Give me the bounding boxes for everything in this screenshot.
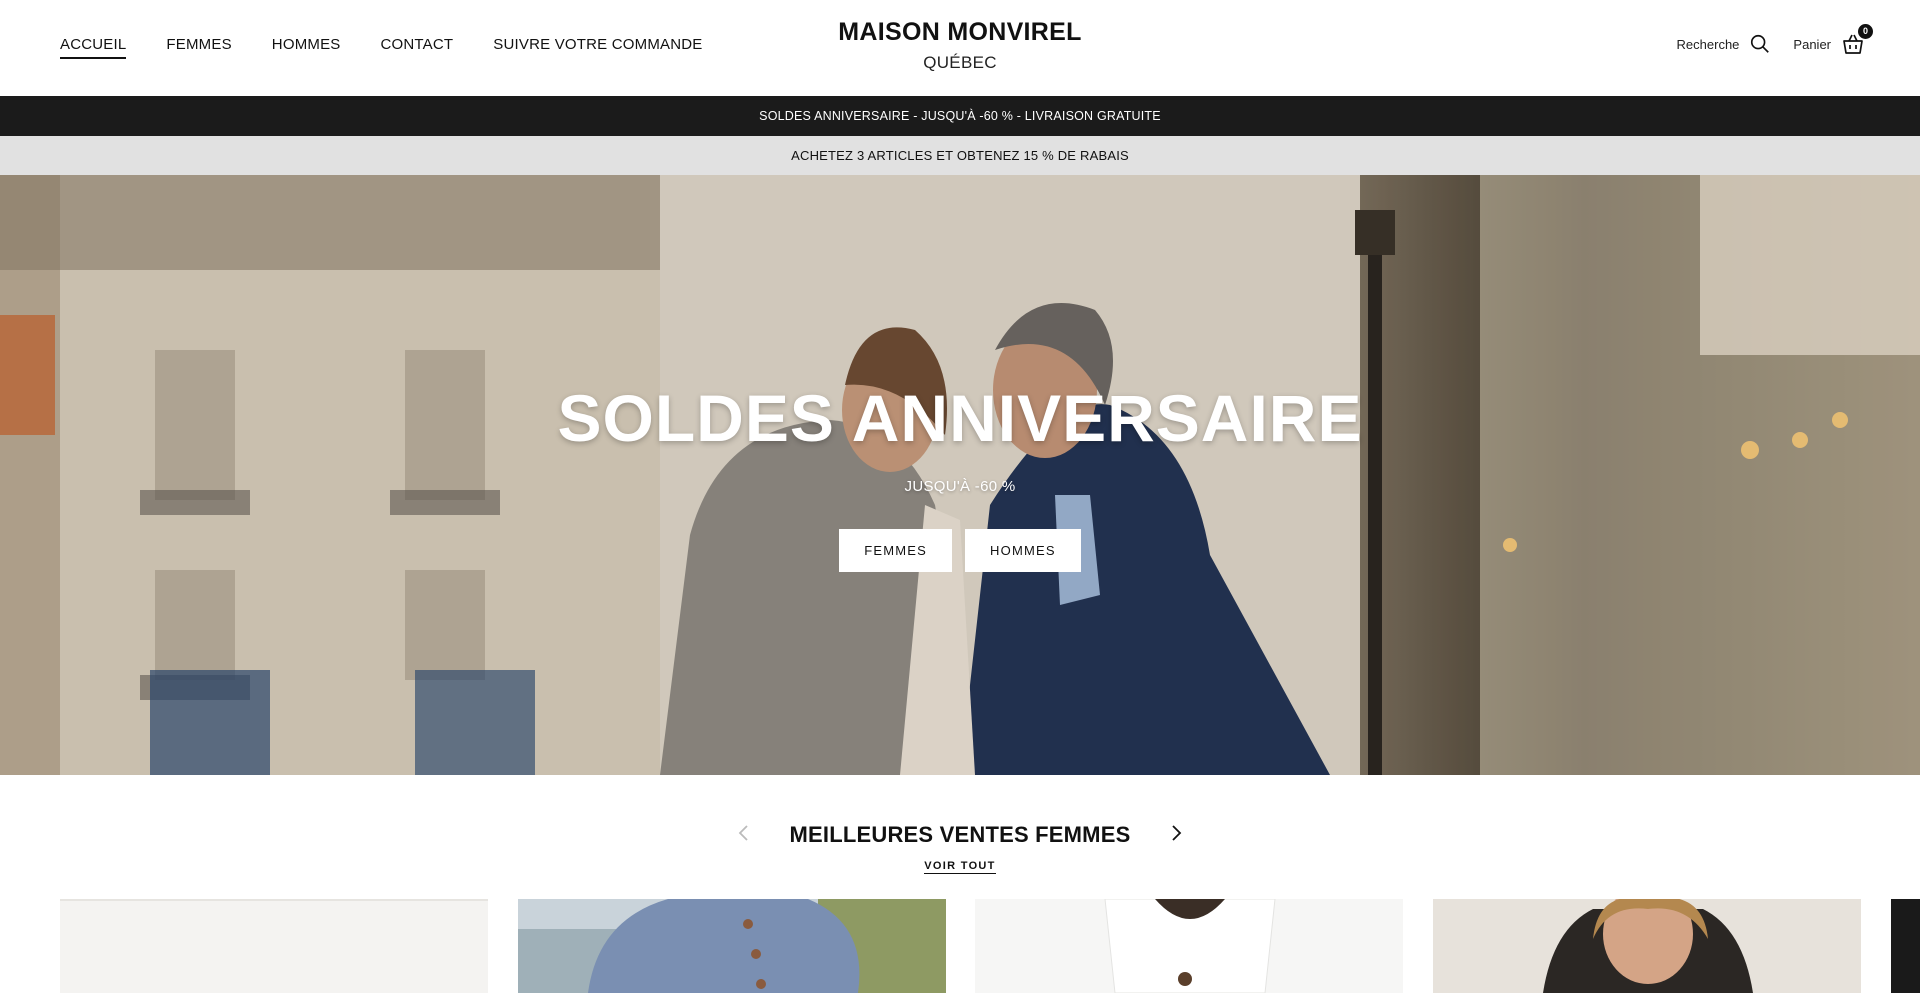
announcement-secondary-text: ACHETEZ 3 ARTICLES ET OBTENEZ 15 % DE RA… (791, 148, 1129, 163)
announcement-bar-secondary: ACHETEZ 3 ARTICLES ET OBTENEZ 15 % DE RA… (0, 136, 1920, 175)
announcement-bar-primary: SOLDES ANNIVERSAIRE - JUSQU'À -60 % - LI… (0, 96, 1920, 136)
hero-banner: SOLDES ANNIVERSAIRE JUSQU'À -60 % FEMMES… (0, 175, 1920, 775)
cart-button[interactable]: Panier 0 (1793, 24, 1873, 56)
product-card[interactable] (60, 899, 488, 993)
hero-hommes-button[interactable]: HOMMES (965, 529, 1081, 572)
product-card[interactable] (518, 899, 946, 993)
hero-title: SOLDES ANNIVERSAIRE (557, 381, 1363, 455)
brand-subtitle: QUÉBEC (923, 53, 997, 72)
bestsellers-title-row: MEILLEURES VENTES FEMMES (0, 822, 1920, 848)
product-image (975, 899, 1403, 993)
hero-content: SOLDES ANNIVERSAIRE JUSQU'À -60 % FEMMES… (0, 380, 1920, 572)
announcement-primary-text: SOLDES ANNIVERSAIRE - JUSQU'À -60 % - LI… (759, 109, 1161, 123)
product-image (60, 899, 488, 993)
search-label: Recherche (1676, 36, 1740, 52)
carousel-prev-button[interactable] (734, 824, 754, 847)
search-icon (1751, 34, 1770, 53)
product-carousel (60, 899, 1920, 993)
bestsellers-header: MEILLEURES VENTES FEMMES VOIR TOUT (0, 822, 1920, 874)
hero-subtitle: JUSQU'À -60 % (904, 478, 1016, 495)
product-card[interactable] (1433, 899, 1861, 993)
hero-buttons: FEMMES HOMMES (0, 529, 1920, 572)
cart-label: Panier (1793, 36, 1831, 52)
product-image (1433, 899, 1861, 993)
carousel-next-button[interactable] (1166, 824, 1186, 847)
brand-name: MAISON MONVIREL (838, 18, 1082, 46)
brand-logo[interactable]: MAISON MONVIREL QUÉBEC (0, 18, 1920, 73)
product-image (518, 899, 946, 993)
site-header: ACCUEIL FEMMES HOMMES CONTACT SUIVRE VOT… (0, 0, 1920, 96)
product-card[interactable] (975, 899, 1403, 993)
bestsellers-title: MEILLEURES VENTES FEMMES (789, 822, 1131, 847)
header-tools: Recherche Panier 0 (1677, 24, 1873, 56)
cart-count-badge: 0 (1858, 24, 1873, 39)
chevron-left-icon (738, 824, 748, 841)
voir-tout-link[interactable]: VOIR TOUT (924, 860, 996, 874)
chevron-right-icon (1172, 824, 1182, 841)
product-card[interactable] (1891, 899, 1920, 993)
search-button[interactable]: Recherche (1677, 33, 1772, 55)
hero-femmes-button[interactable]: FEMMES (839, 529, 953, 572)
product-image (1891, 899, 1920, 993)
cart-icon-wrap: 0 (1841, 24, 1873, 56)
